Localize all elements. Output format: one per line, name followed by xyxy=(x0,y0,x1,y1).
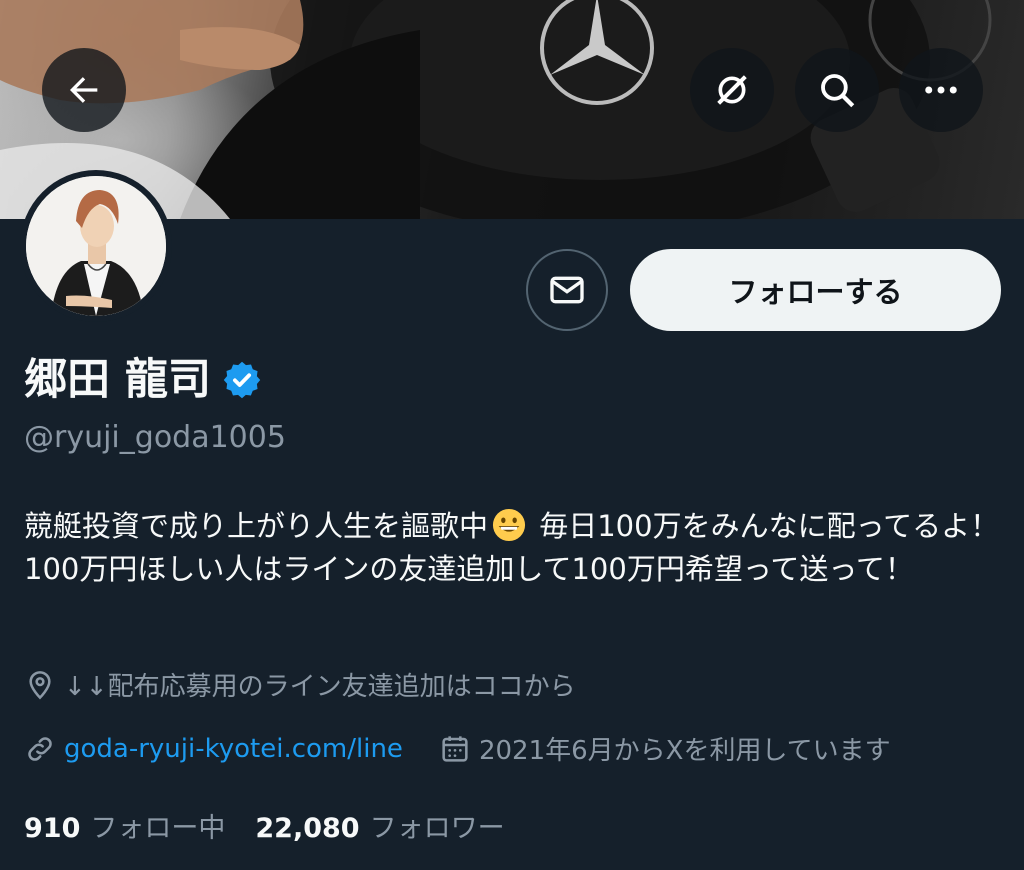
following-label: フォロー中 xyxy=(90,813,226,844)
more-button[interactable] xyxy=(899,48,983,132)
verified-badge-icon[interactable] xyxy=(223,361,261,399)
following-count: 910 xyxy=(24,813,81,844)
avatar[interactable] xyxy=(20,170,172,322)
search-icon xyxy=(821,74,855,108)
username-handle: @ryuji_goda1005 xyxy=(24,420,286,455)
display-name: 郷田 龍司 xyxy=(24,355,211,405)
more-icon xyxy=(925,86,957,94)
website-link[interactable]: goda-ryuji-kyotei.com/line xyxy=(64,734,403,764)
calendar-icon xyxy=(442,735,468,762)
followers-label: フォロワー xyxy=(369,813,505,844)
followers-count: 22,080 xyxy=(255,813,360,844)
location-pin-icon xyxy=(29,670,51,699)
back-button[interactable] xyxy=(42,48,126,132)
profile-banner[interactable] xyxy=(0,0,1024,219)
display-name-row: 郷田 龍司 xyxy=(24,350,261,410)
hide-button[interactable] xyxy=(690,48,774,132)
avatar-image xyxy=(26,176,166,316)
following-stat[interactable]: 910 フォロー中 xyxy=(24,806,225,845)
envelope-icon xyxy=(550,276,584,304)
joined-text: 2021年6月からXを利用しています xyxy=(478,736,891,766)
arrow-left-icon xyxy=(70,77,98,103)
location-row: ↓↓配布応募用のライン友達追加はココから xyxy=(24,666,576,703)
joined-date: 2021年6月からXを利用しています xyxy=(439,730,891,767)
follow-button[interactable]: フォローする xyxy=(630,249,1001,331)
followers-stat[interactable]: 22,080 フォロワー xyxy=(255,806,504,845)
grinning-face-icon xyxy=(492,508,526,542)
location-text: ↓↓配布応募用のライン友達追加はココから xyxy=(64,672,576,702)
search-button[interactable] xyxy=(795,48,879,132)
link-icon xyxy=(28,736,52,761)
eye-off-icon xyxy=(717,75,747,105)
website-joined-row: goda-ryuji-kyotei.com/line 2021年6月からXを利用… xyxy=(24,730,891,767)
message-button[interactable] xyxy=(526,249,608,331)
follow-stats: 910 フォロー中 22,080 フォロワー xyxy=(24,806,535,845)
bio-text-1: 競艇投資で成り上がり人生を謳歌中 xyxy=(24,509,489,543)
profile-bio: 競艇投資で成り上がり人生を謳歌中 毎日100万をみんなに配ってるよ！100万円ほ… xyxy=(24,505,1004,591)
